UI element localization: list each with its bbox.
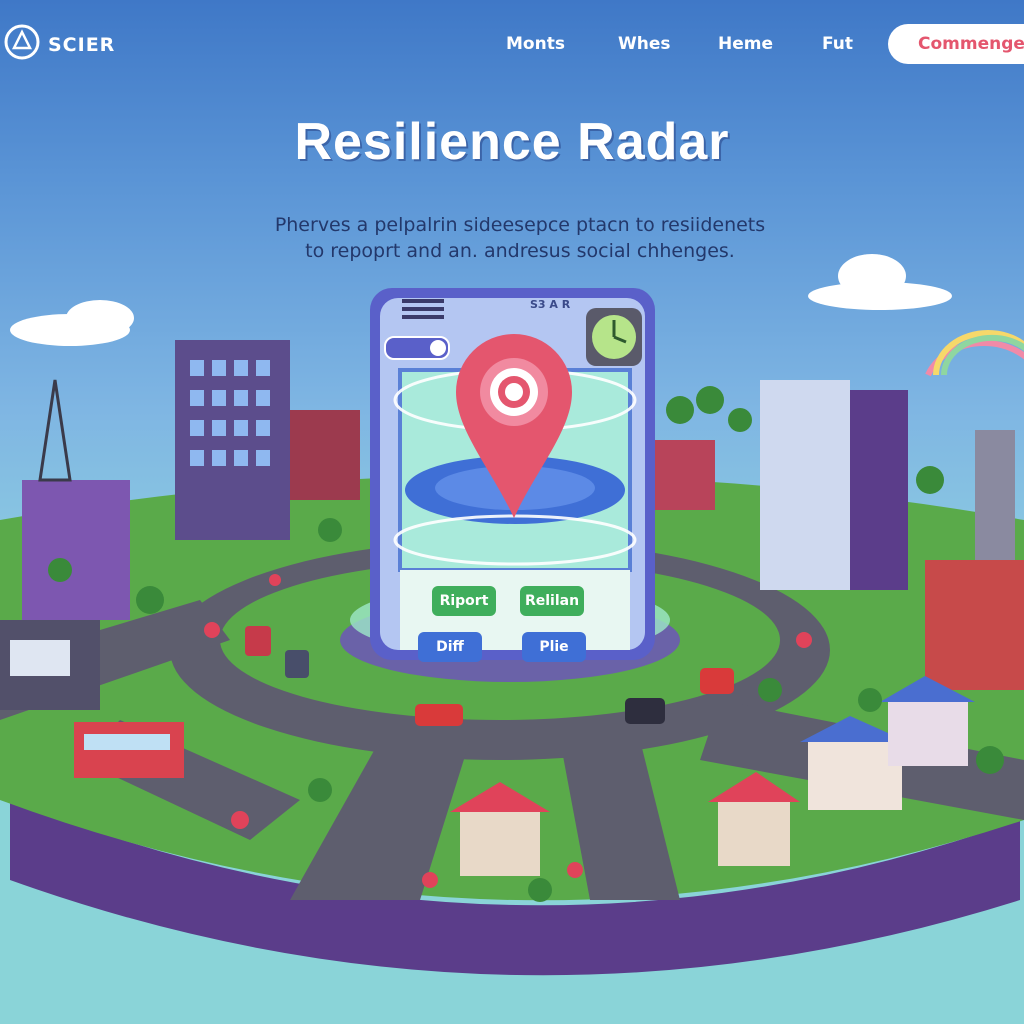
nav-link-whes[interactable]: Whes (618, 34, 671, 54)
commenge-button[interactable]: Commenge (888, 24, 1024, 64)
nav-link-fut[interactable]: Fut (822, 34, 853, 54)
plie-button[interactable]: Plie (522, 632, 586, 662)
page-title: Resilience Radar (294, 113, 730, 171)
location-pin-icon (456, 334, 572, 518)
brand-name[interactable]: SCIER (48, 34, 115, 56)
diff-button[interactable]: Diff (418, 632, 482, 662)
menu-icon[interactable] (402, 296, 444, 319)
hero-subtitle: Pherves a pelpalrin sideesepce ptacn to … (200, 212, 840, 264)
report-button[interactable]: Riport (432, 586, 496, 616)
hero-subtitle-line-1: Pherves a pelpalrin sideesepce ptacn to … (274, 214, 766, 236)
logo-icon[interactable] (4, 24, 40, 60)
clock-icon (586, 308, 642, 366)
hero-subtitle-line-2: to repoprt and an. andresus social chhen… (305, 240, 735, 262)
nav-link-monts[interactable]: Monts (506, 34, 565, 54)
top-nav: SCIER Monts Whes Heme Fut Commenge (0, 0, 1024, 86)
relilan-button[interactable]: Relilan (520, 586, 584, 616)
toggle-icon[interactable] (384, 336, 450, 360)
nav-link-heme[interactable]: Heme (718, 34, 773, 54)
app-header-label: S3 A R (530, 298, 571, 311)
